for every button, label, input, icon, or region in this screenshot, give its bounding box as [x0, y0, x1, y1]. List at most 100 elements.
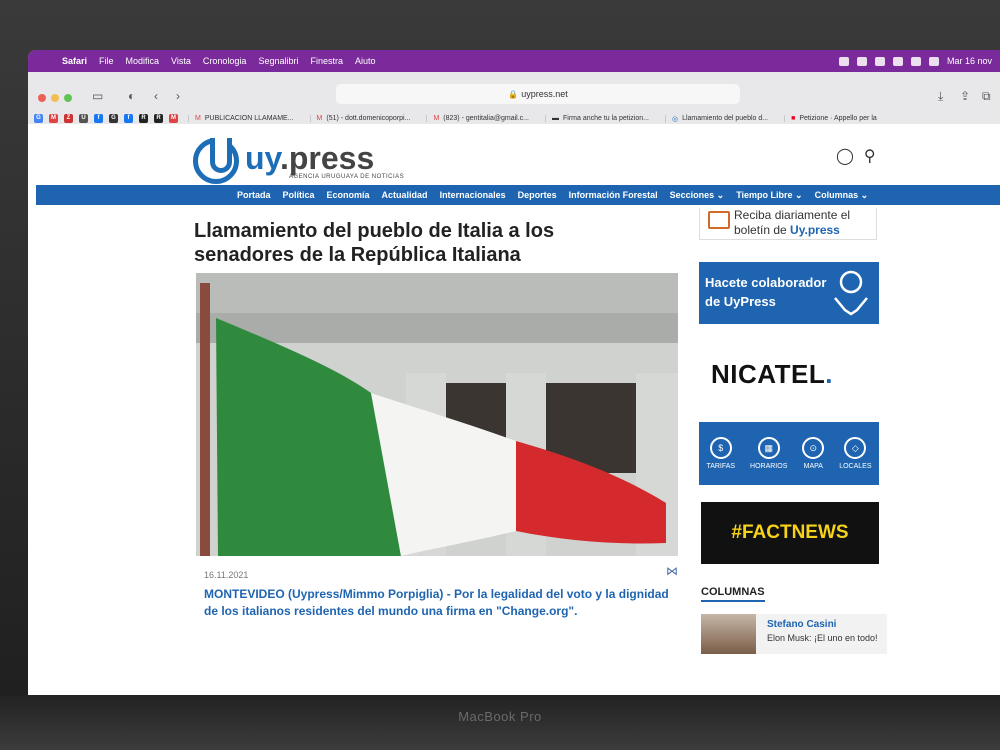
- nav-economia[interactable]: Economía: [327, 190, 370, 200]
- gmail-icon: M: [195, 115, 201, 122]
- site-logo[interactable]: uy.press AGENCIA URUGUAYA DE NOTICIAS: [193, 138, 404, 184]
- menu-history[interactable]: Cronologia: [203, 56, 247, 66]
- menu-file[interactable]: File: [99, 56, 114, 66]
- column-title[interactable]: Elon Musk: ¡El uno en todo!: [767, 633, 878, 643]
- service-mapa[interactable]: ⊙ MAPA: [802, 437, 825, 470]
- nav-internacionales[interactable]: Internacionales: [440, 190, 506, 200]
- collaborator-banner[interactable]: Hacete colaborador de UyPress: [699, 262, 879, 324]
- newsletter-text-line2: boletín de: [734, 223, 791, 237]
- browser-tab-active[interactable]: ◎ Llamamiento del pueblo d...: [664, 114, 774, 123]
- column-card[interactable]: Stefano Casini Elon Musk: ¡El uno en tod…: [701, 614, 887, 654]
- browser-tab[interactable]: M PUBLICACION LLAMAME...: [188, 115, 300, 122]
- gmail-icon: M: [433, 115, 440, 122]
- sidebar-toggle-icon[interactable]: ▭: [92, 89, 103, 103]
- back-icon[interactable]: ‹: [154, 89, 158, 103]
- user-icon[interactable]: ◯: [836, 146, 854, 166]
- nav-actualidad[interactable]: Actualidad: [382, 190, 428, 200]
- map-pin-icon: ⊙: [802, 437, 825, 459]
- service-locales[interactable]: ◇ LOCALES: [839, 437, 872, 470]
- nav-portada[interactable]: Portada: [237, 190, 271, 200]
- status-icon[interactable]: [838, 56, 849, 66]
- favorite-item[interactable]: f: [124, 114, 133, 123]
- forward-icon[interactable]: ›: [176, 89, 180, 103]
- share-icon[interactable]: ⇪: [960, 89, 970, 103]
- shield-icon[interactable]: ◐: [128, 89, 135, 103]
- service-tarifas[interactable]: $ TARIFAS: [706, 437, 735, 470]
- laptop-label: MacBook Pro: [458, 709, 542, 724]
- bluetooth-icon[interactable]: [892, 56, 903, 66]
- menu-view[interactable]: Vista: [171, 56, 191, 66]
- wifi-icon[interactable]: [910, 56, 921, 66]
- address-bar[interactable]: 🔒 uypress.net: [336, 84, 740, 104]
- favorite-item[interactable]: G: [34, 114, 43, 123]
- minimize-window-icon[interactable]: [51, 94, 59, 102]
- nav-politica[interactable]: Política: [283, 190, 315, 200]
- share-icon[interactable]: ⋈: [666, 564, 678, 578]
- menu-help[interactable]: Aiuto: [355, 56, 376, 66]
- menu-app-name[interactable]: Safari: [62, 56, 87, 66]
- favorite-item[interactable]: G: [109, 114, 118, 123]
- browser-tab[interactable]: M (51) - dott.domenicoporpi...: [309, 115, 417, 122]
- nav-columnas[interactable]: Columnas ⌄: [815, 190, 869, 201]
- web-page: uy.press AGENCIA URUGUAYA DE NOTICIAS ◯ …: [28, 124, 1000, 695]
- nicatel-dot: .: [825, 359, 833, 389]
- favorite-item[interactable]: M: [49, 114, 58, 123]
- newsletter-icon: [708, 211, 730, 229]
- menu-bar: Safari File Modifica Vista Cronologia Se…: [28, 50, 1000, 72]
- columns-heading: COLUMNAS: [701, 586, 765, 602]
- logo-tagline: AGENCIA URUGUAYA DE NOTICIAS: [289, 174, 405, 180]
- browser-tab[interactable]: ▬ Firma anche tu la petizion...: [544, 115, 655, 122]
- change-org-icon: ■: [791, 115, 796, 122]
- favorite-item[interactable]: M: [169, 114, 178, 123]
- nav-informacion-forestal[interactable]: Información Forestal: [569, 190, 658, 200]
- nav-tiempo-libre[interactable]: Tiempo Libre ⌄: [736, 190, 802, 201]
- uypress-logo-icon: [193, 138, 239, 184]
- download-icon[interactable]: ⤓: [938, 89, 943, 104]
- uypress-icon: ◎: [671, 115, 679, 123]
- main-nav: Portada Política Economía Actualidad Int…: [36, 185, 1000, 205]
- logo-text-main: uy: [245, 140, 280, 176]
- italian-flag-image: [196, 273, 678, 556]
- favorite-item[interactable]: R: [154, 114, 163, 123]
- status-icon[interactable]: [856, 56, 867, 66]
- flag-icon: ▬: [551, 115, 559, 122]
- browser-tab[interactable]: M (823) - gentitalia@gmail.c...: [426, 115, 535, 122]
- calendar-icon: ▦: [757, 437, 780, 459]
- url-text: uypress.net: [521, 89, 568, 99]
- search-icon[interactable]: [928, 56, 939, 66]
- screen: Safari File Modifica Vista Cronologia Se…: [28, 50, 1000, 695]
- nicatel-ad[interactable]: NICATEL.: [711, 359, 833, 390]
- dollar-icon: $: [709, 437, 732, 459]
- nav-secciones[interactable]: Secciones ⌄: [670, 190, 725, 201]
- close-window-icon[interactable]: [38, 94, 46, 102]
- menu-edit[interactable]: Modifica: [126, 56, 160, 66]
- menu-bookmarks[interactable]: Segnalibri: [258, 56, 298, 66]
- article-image: [196, 273, 678, 556]
- favorite-item[interactable]: Z: [64, 114, 73, 123]
- service-horarios[interactable]: ▦ HORARIOS: [750, 437, 787, 470]
- favorite-item[interactable]: R: [139, 114, 148, 123]
- hand-dollar-icon: [834, 270, 868, 316]
- favorite-item[interactable]: U: [79, 114, 88, 123]
- clock[interactable]: Mar 16 nov: [947, 56, 992, 66]
- search-icon[interactable]: ⚲: [864, 146, 876, 166]
- nav-deportes[interactable]: Deportes: [518, 190, 557, 200]
- zoom-window-icon[interactable]: [64, 94, 72, 102]
- window-controls: [38, 94, 72, 102]
- lock-icon: 🔒: [508, 90, 519, 99]
- nicatel-text: NICATEL: [711, 359, 826, 389]
- article-title: Llamamiento del pueblo de Italia a los s…: [194, 220, 555, 266]
- gmail-icon: M: [316, 115, 323, 122]
- newsletter-text-line1: Reciba diariamente el: [734, 208, 851, 222]
- factnews-ad[interactable]: #FACTNEWS: [701, 502, 879, 564]
- browser-tab[interactable]: ■ Petizione · Appello per la: [784, 115, 883, 122]
- tabs-overview-icon[interactable]: ⧉: [982, 89, 991, 104]
- favorite-item[interactable]: f: [94, 114, 103, 123]
- status-icon[interactable]: [874, 56, 885, 66]
- article-date: 16.11.2021: [204, 570, 249, 580]
- services-banner[interactable]: $ TARIFAS ▦ HORARIOS ⊙ MAPA ◇ LOCALES: [699, 422, 879, 485]
- store-icon: ◇: [844, 437, 867, 459]
- columnist-name[interactable]: Stefano Casini: [767, 619, 836, 630]
- menu-window[interactable]: Finestra: [310, 56, 343, 66]
- newsletter-signup[interactable]: Reciba diariamente el boletín de Uy.pres…: [699, 208, 877, 240]
